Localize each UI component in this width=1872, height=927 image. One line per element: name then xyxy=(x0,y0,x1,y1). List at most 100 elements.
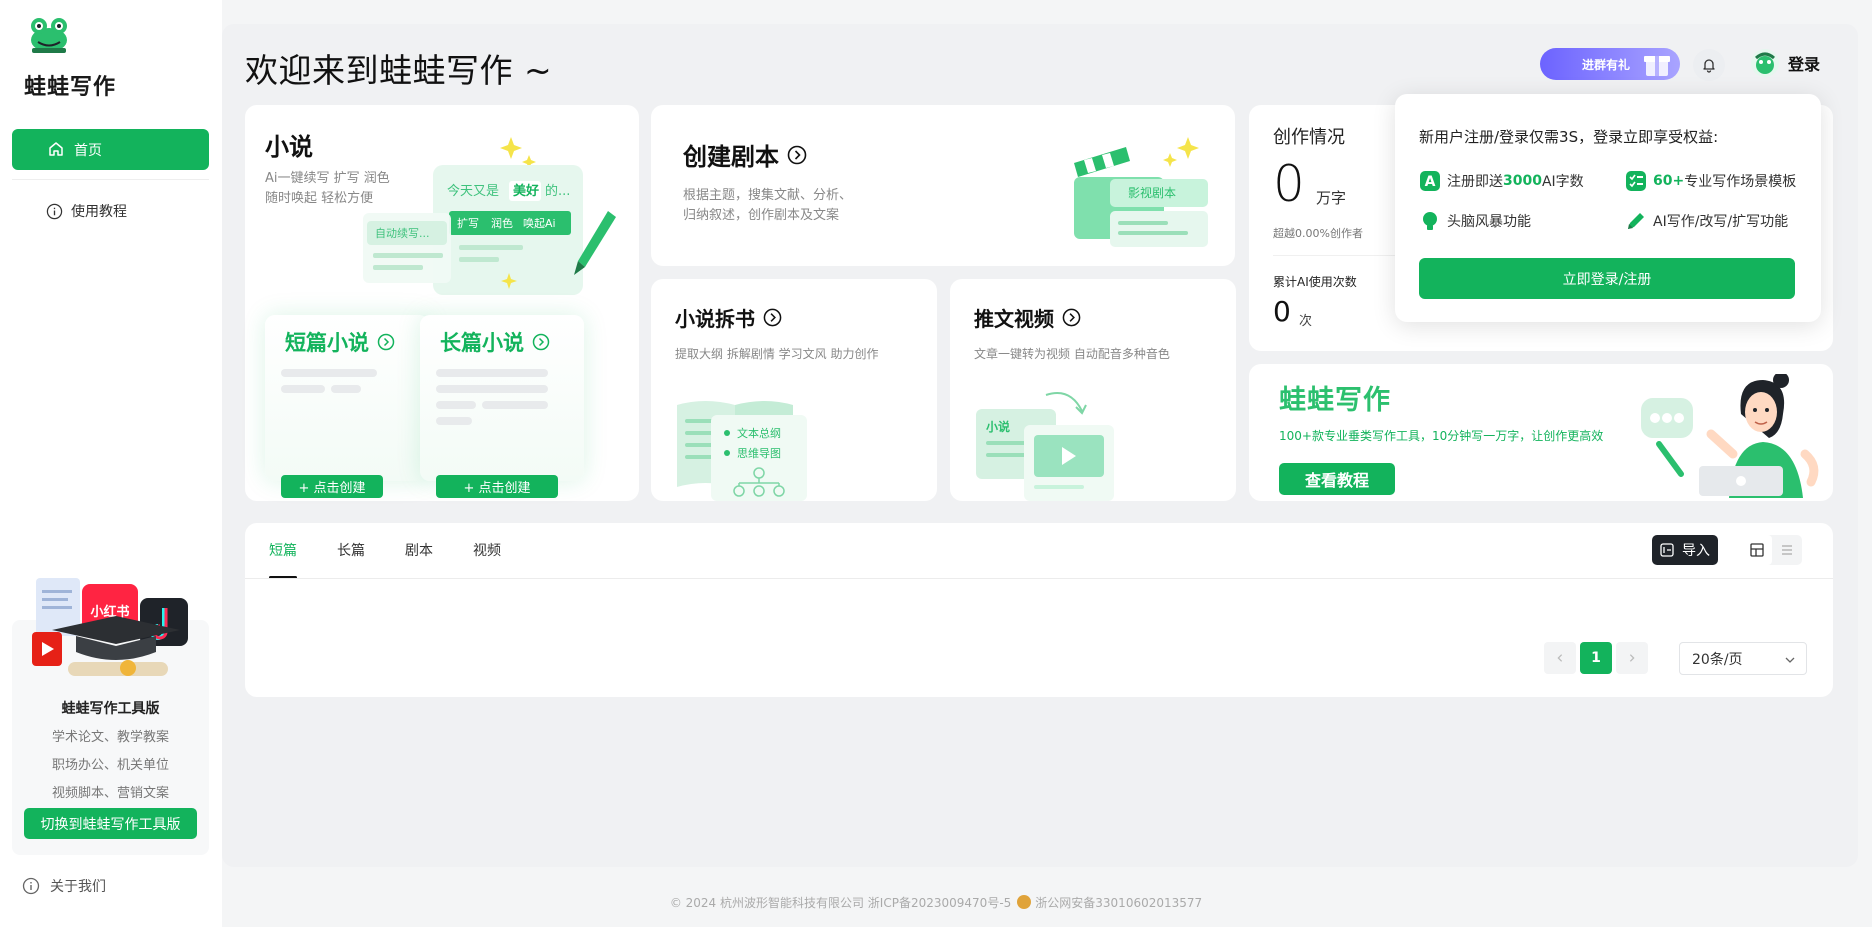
import-button[interactable]: 导入 xyxy=(1652,535,1718,565)
prev-page-button[interactable] xyxy=(1544,642,1576,674)
promo-illustration-icon: 小红书 xyxy=(32,578,188,676)
next-page-button[interactable] xyxy=(1616,642,1648,674)
art-tool-label: 唤起Ai xyxy=(523,216,556,230)
art-tool-label: 润色 xyxy=(491,216,513,230)
view-toggle xyxy=(1742,535,1802,565)
art-tool-label: 扩写 xyxy=(457,216,479,230)
works-list-card: 短篇 长篇 剧本 视频 导入 1 20条/页 xyxy=(245,523,1833,697)
short-novel-label: 短篇小说 xyxy=(285,331,369,355)
bell-icon xyxy=(1703,59,1715,73)
perk-item: 60+ 专业写作场景模板 xyxy=(1625,170,1796,192)
placeholder-line xyxy=(281,385,325,393)
stats-title: 创作情况 xyxy=(1273,127,1345,148)
tab-script[interactable]: 剧本 xyxy=(405,523,433,579)
popover-title: 新用户注册/登录仅需3S，登录立即享受权益: xyxy=(1419,128,1719,146)
login-register-button[interactable]: 立即登录/注册 xyxy=(1419,258,1795,299)
long-novel-label: 长篇小说 xyxy=(440,331,524,355)
perk-item: A 注册即送 3000 AI字数 xyxy=(1419,170,1584,192)
join-group-button[interactable]: 进群有礼 xyxy=(1540,48,1680,80)
list-view-button[interactable] xyxy=(1772,535,1802,565)
long-novel-title: 长篇小说 xyxy=(440,327,550,357)
grid-view-button[interactable] xyxy=(1742,535,1772,565)
police-record-text[interactable]: 浙公网安备33010602013577 xyxy=(1035,896,1202,910)
sidebar-item-tutorial[interactable]: 使用教程 xyxy=(12,196,209,226)
novel-video-card[interactable]: 推文视频 文章一键转为视频 自动配音多种音色 小说 xyxy=(950,279,1236,501)
split-title: 小说拆书 xyxy=(675,303,782,332)
join-group-label: 进群有礼 xyxy=(1582,57,1631,72)
pagination: 1 xyxy=(1544,642,1648,674)
perk-item: 头脑风暴功能 xyxy=(1419,210,1531,232)
novel-split-card[interactable]: 小说拆书 提取大纲 拆解剧情 学习文风 助力创作 文本总纲 思维导图 xyxy=(651,279,937,501)
split-art-item: 思维导图 xyxy=(737,447,781,460)
perk-text: AI写作/改写/扩写功能 xyxy=(1653,214,1789,230)
novel-subtitle: 随时唤起 轻松方便 xyxy=(265,191,374,206)
perk-highlight: 3000 xyxy=(1503,173,1542,189)
split-title-label: 小说拆书 xyxy=(675,307,755,331)
notification-button[interactable] xyxy=(1693,49,1725,81)
login-benefits-popover: 新用户注册/登录仅需3S，登录立即享受权益: A 注册即送 3000 AI字数 60… xyxy=(1395,94,1821,322)
create-long-novel-button[interactable]: + 点击创建 xyxy=(436,475,558,498)
novel-title: 小说 xyxy=(265,133,313,161)
view-tutorial-button[interactable]: 查看教程 xyxy=(1279,463,1395,495)
info-icon xyxy=(22,877,40,895)
create-script-card[interactable]: 创建剧本 根据主题，搜集文献、分析、 归纳叙述，创作剧本及文案 影视剧本 xyxy=(651,105,1235,266)
perk-item: AI写作/改写/扩写功能 xyxy=(1625,210,1788,232)
info-icon xyxy=(46,203,63,219)
book-mindmap-illustration-icon: 文本总纲 思维导图 xyxy=(677,401,807,501)
tab-short[interactable]: 短篇 xyxy=(269,523,297,579)
script-desc: 归纳叙述，创作剧本及文案 xyxy=(683,208,840,223)
words-unit: 万字 xyxy=(1316,189,1347,207)
import-label: 导入 xyxy=(1682,543,1710,559)
brand-banner-card: 蛙蛙写作 100+款专业垂类写作工具，10分钟写一万字，让创作更高效 查看教程 xyxy=(1249,364,1833,501)
page-size-select[interactable]: 20条/页 xyxy=(1679,642,1807,675)
switch-tool-version-button[interactable]: 切换到蛙蛙写作工具版 xyxy=(24,808,197,839)
novel-editor-illustration-icon: 今天又是 美好 的... 扩写 润色 唤起Ai 自动续写... xyxy=(363,137,616,295)
letter-a-icon: A xyxy=(1420,171,1440,191)
pen-icon xyxy=(1628,213,1644,229)
page-size-value: 20条/页 xyxy=(1692,651,1743,668)
avatar-icon xyxy=(1751,49,1779,77)
art-auto-chip: 自动续写... xyxy=(375,226,430,240)
perk-text: 注册即送 xyxy=(1447,174,1503,190)
login-label: 登录 xyxy=(1788,55,1821,74)
split-desc: 提取大纲 拆解剧情 学习文风 助力创作 xyxy=(675,347,879,361)
promo-line: 学术论文、教学教案 xyxy=(51,730,169,745)
chevron-left-icon xyxy=(1557,654,1563,662)
home-icon xyxy=(49,142,63,156)
short-novel-title: 短篇小说 xyxy=(285,327,395,357)
divider xyxy=(12,179,209,180)
art-bubble-highlight: 美好 xyxy=(513,183,539,199)
login-button[interactable]: 登录 xyxy=(1750,48,1820,78)
promo-line: 视频脚本、营销文案 xyxy=(51,786,169,801)
placeholder-line xyxy=(482,401,548,409)
script-title-label: 创建剧本 xyxy=(683,143,779,171)
long-novel-card[interactable]: 长篇小说 + 点击创建 xyxy=(420,315,584,498)
placeholder-line xyxy=(436,369,548,377)
placeholder-line xyxy=(436,385,548,393)
app-name: 蛙蛙写作 xyxy=(24,75,117,100)
sidebar: 蛙蛙写作 首页 使用教程 小红书 蛙蛙写作工具版 学术论文、教学教案 职场办公、… xyxy=(0,0,222,927)
logo[interactable]: 蛙蛙写作 xyxy=(24,14,174,104)
novel-card: 小说 Ai一键续写 扩写 润色 随时唤起 轻松方便 今天又是 美好 的... 扩… xyxy=(245,105,639,501)
sidebar-item-label: 首页 xyxy=(74,142,102,159)
tab-long[interactable]: 长篇 xyxy=(337,523,365,579)
arrow-right-circle-icon xyxy=(787,145,807,164)
divider xyxy=(245,578,1833,579)
arrow-right-circle-icon xyxy=(532,333,550,351)
short-novel-card[interactable]: 短篇小说 + 点击创建 xyxy=(265,315,429,498)
svg-text:A: A xyxy=(1425,174,1436,190)
placeholder-line xyxy=(436,401,476,409)
perk-text: AI字数 xyxy=(1541,174,1584,190)
sidebar-item-home[interactable]: 首页 xyxy=(12,129,209,170)
perk-text: 专业写作场景模板 xyxy=(1684,174,1797,190)
about-us-link[interactable]: 关于我们 xyxy=(22,876,106,896)
copyright-text[interactable]: © 2024 杭州波形智能科技有限公司 浙ICP备2023009470号-5 xyxy=(670,896,1011,910)
create-short-novel-button[interactable]: + 点击创建 xyxy=(281,475,383,498)
tab-video[interactable]: 视频 xyxy=(473,523,501,579)
chevron-down-icon xyxy=(1785,657,1795,663)
gift-icon xyxy=(1644,56,1670,76)
placeholder-line xyxy=(331,385,361,393)
page-number[interactable]: 1 xyxy=(1580,642,1612,674)
art-bubble-text: 的... xyxy=(545,183,570,199)
footer: © 2024 杭州波形智能科技有限公司 浙ICP备2023009470号-5 浙公… xyxy=(0,894,1872,911)
